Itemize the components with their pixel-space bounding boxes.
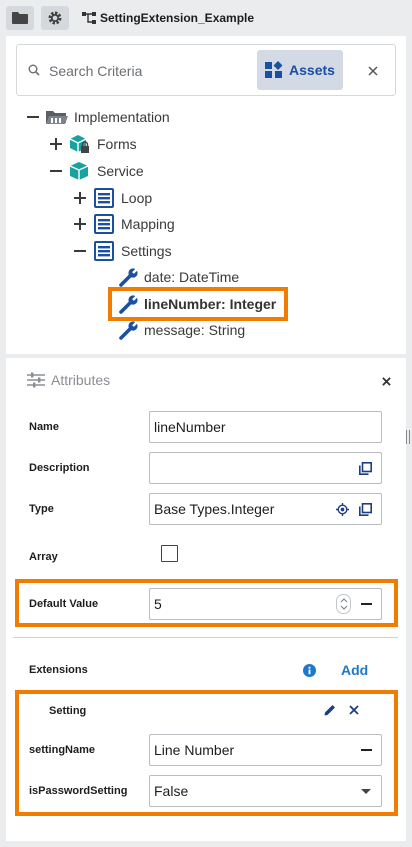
tree-label: Implementation xyxy=(74,109,170,125)
tree-node-implementation[interactable]: Implementation xyxy=(26,106,170,128)
tree-node-mapping[interactable]: Mapping xyxy=(73,213,175,235)
assets-icon xyxy=(265,61,283,78)
tree-label: date: DateTime xyxy=(144,269,240,285)
browse-icon[interactable] xyxy=(359,461,372,475)
assets-button[interactable]: Assets xyxy=(257,50,343,90)
is-password-label: isPasswordSetting xyxy=(29,785,128,797)
document-icon xyxy=(93,241,115,261)
tree-node-date[interactable]: date: DateTime xyxy=(118,266,239,288)
setting-name-value: Line Number xyxy=(154,742,235,758)
chevron-down-icon[interactable] xyxy=(340,605,348,610)
dropdown-arrow-icon[interactable] xyxy=(361,788,371,794)
expand-icon[interactable] xyxy=(73,191,87,205)
wrench-icon xyxy=(118,294,140,314)
type-field[interactable]: Base Types.Integer xyxy=(149,493,382,525)
info-icon[interactable] xyxy=(303,664,316,677)
wrench-icon xyxy=(118,320,140,340)
tree-node-message[interactable]: message: String xyxy=(118,319,245,341)
tree-node-forms[interactable]: Forms xyxy=(49,133,137,155)
flow-icon xyxy=(82,12,96,24)
locked-package-icon xyxy=(69,134,91,154)
remove-extension-icon[interactable] xyxy=(349,705,359,715)
package-icon xyxy=(69,161,91,181)
description-field[interactable] xyxy=(149,452,382,484)
tree-label: lineNumber: Integer xyxy=(144,296,277,312)
panel-resize-handle[interactable] xyxy=(406,430,410,444)
tree-label: Settings xyxy=(121,243,172,259)
chevron-up-icon[interactable] xyxy=(340,598,348,603)
document-icon xyxy=(93,188,115,208)
asset-tree-panel: Assets Implementation Forms Service Loop… xyxy=(6,36,406,354)
name-field[interactable]: lineNumber xyxy=(149,411,382,443)
tree-label: message: String xyxy=(144,322,246,338)
clear-search-icon[interactable] xyxy=(368,66,378,76)
is-password-value: False xyxy=(154,783,189,799)
collapse-icon[interactable] xyxy=(49,164,63,178)
wrench-icon xyxy=(118,267,140,287)
default-value-field[interactable]: 5 xyxy=(149,588,382,620)
default-value: 5 xyxy=(154,596,162,612)
clear-value-icon[interactable] xyxy=(361,603,372,605)
tree-node-line-number[interactable]: lineNumber: Integer xyxy=(108,287,288,321)
browse-icon[interactable] xyxy=(359,502,372,516)
attributes-title: Attributes xyxy=(51,372,111,388)
sliders-icon xyxy=(27,372,45,388)
name-label: Name xyxy=(29,421,59,433)
add-extension-link[interactable]: Add xyxy=(341,662,368,678)
array-label: Array xyxy=(29,551,58,563)
tree-label: Forms xyxy=(97,136,137,152)
folder-open-icon xyxy=(46,107,68,127)
project-title-text: SettingExtension_Example xyxy=(100,11,255,25)
search-icon xyxy=(28,64,40,76)
extension-title: Setting xyxy=(49,705,87,717)
name-value: lineNumber xyxy=(154,419,226,435)
document-icon xyxy=(93,214,115,234)
clear-value-icon[interactable] xyxy=(361,749,372,751)
tree-label: Loop xyxy=(121,190,153,206)
folder-button[interactable] xyxy=(6,6,34,30)
close-icon[interactable] xyxy=(382,377,391,386)
folder-icon xyxy=(12,12,28,24)
extensions-label: Extensions xyxy=(29,664,88,676)
project-title[interactable]: SettingExtension_Example xyxy=(82,6,254,30)
top-bar: SettingExtension_Example xyxy=(0,0,412,36)
locate-icon[interactable] xyxy=(336,502,349,516)
expand-icon[interactable] xyxy=(73,217,87,231)
assets-label: Assets xyxy=(289,62,335,78)
search-box: Assets xyxy=(16,44,396,96)
type-value: Base Types.Integer xyxy=(154,501,275,517)
collapse-icon[interactable] xyxy=(73,244,87,258)
search-input[interactable] xyxy=(49,59,239,83)
setting-name-field[interactable]: Line Number xyxy=(149,734,382,766)
tree-node-service[interactable]: Service xyxy=(49,160,144,182)
collapse-icon[interactable] xyxy=(26,110,40,124)
edit-icon[interactable] xyxy=(324,704,336,716)
tree-node-loop[interactable]: Loop xyxy=(73,187,152,209)
gear-icon xyxy=(48,11,62,25)
attributes-panel: Attributes Name lineNumber Description T… xyxy=(6,358,406,841)
expand-icon[interactable] xyxy=(49,137,63,151)
settings-button[interactable] xyxy=(41,6,69,30)
setting-name-label: settingName xyxy=(29,744,96,756)
default-value-label: Default Value xyxy=(29,598,99,610)
array-checkbox[interactable] xyxy=(161,545,178,562)
tree-node-settings[interactable]: Settings xyxy=(73,240,172,262)
tree-label: Service xyxy=(97,163,144,179)
tree-label: Mapping xyxy=(121,216,175,232)
is-password-select[interactable]: False xyxy=(149,775,382,807)
type-label: Type xyxy=(29,503,54,515)
divider xyxy=(13,637,398,638)
description-label: Description xyxy=(29,462,90,474)
number-spinner[interactable] xyxy=(336,594,351,614)
